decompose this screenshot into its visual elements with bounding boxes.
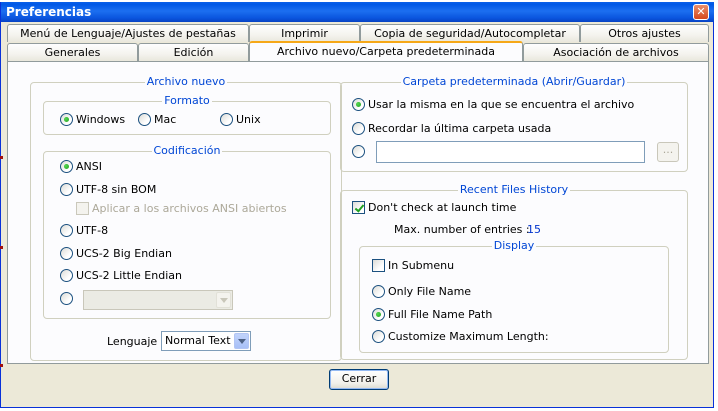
radio-full-file-name-path-icon [372,308,385,321]
radio-customize-length-label: Customize Maximum Length: [388,330,549,343]
tab-panel: Archivo nuevo Formato Windows Mac Unix C… [7,61,709,364]
radio-custom-carpeta-icon [352,145,365,158]
cerrar-button[interactable]: Cerrar [329,369,389,390]
max-entries-label: Max. number of entries : [394,223,530,236]
apply-ansi-checkbox: Aplicar a los archivos ANSI abiertos [76,202,287,218]
dont-check-checkbox[interactable]: Don't check at launch time [352,201,516,217]
codificacion-title: Codificación [151,144,223,157]
radio-ansi[interactable]: ANSI [60,160,102,176]
radio-other-encoding[interactable] [60,292,76,308]
chevron-down-icon [234,333,249,349]
archivo-nuevo-title: Archivo nuevo [144,75,228,88]
tab-edicion[interactable]: Edición [138,43,249,61]
carpeta-title: Carpeta predeterminada (Abrir/Guardar) [400,75,628,88]
radio-ucs2-big-endian[interactable]: UCS-2 Big Endian [60,247,172,263]
codificacion-group: Codificación ANSI UTF-8 sin BOM Aplicar … [43,144,331,319]
preferences-dialog: Preferencias ✕ Menú de Lenguaje/Ajustes … [0,2,714,408]
background-edge-mark [0,364,3,367]
formato-title: Formato [162,94,212,107]
recent-files-title: Recent Files History [457,183,571,196]
radio-windows-icon [60,113,73,126]
lenguaje-label: Lenguaje [107,335,158,348]
radio-mac-label: Mac [154,113,177,126]
radio-ansi-icon [60,160,73,173]
tab-archivo-nuevo[interactable]: Archivo nuevo/Carpeta predeterminada [249,41,523,61]
radio-utf8-sin-bom[interactable]: UTF-8 sin BOM [60,183,156,199]
radio-utf8-sin-bom-icon [60,183,73,196]
tab-imprimir[interactable]: Imprimir [249,24,360,42]
recent-files-group: Recent Files History Don't check at laun… [340,183,688,360]
radio-other-encoding-icon [60,292,73,305]
radio-mac[interactable]: Mac [138,113,176,129]
radio-full-file-name-path-label: Full File Name Path [388,308,493,321]
in-submenu-label: In Submenu [388,259,455,272]
radio-ucs2-little-endian-label: UCS-2 Little Endian [76,269,182,282]
lenguaje-value: Normal Text [165,334,231,347]
title-bar: Preferencias [1,2,714,22]
carpeta-path-input[interactable] [376,141,645,163]
close-icon[interactable]: ✕ [693,4,709,20]
browse-button[interactable]: ... [657,142,679,162]
radio-ucs2-little-endian-icon [60,269,73,282]
radio-ultima-carpeta-icon [352,122,365,135]
background-edge-mark [0,156,3,159]
lenguaje-select[interactable]: Normal Text [161,331,251,351]
tab-asociacion-archivos[interactable]: Asociación de archivos [523,43,709,61]
radio-mac-icon [138,113,151,126]
radio-misma-carpeta-label: Usar la misma en la que se encuentra el … [368,98,635,111]
dont-check-label: Don't check at launch time [368,201,517,214]
radio-misma-carpeta-icon [352,98,365,111]
radio-customize-length[interactable]: Customize Maximum Length: [372,330,549,346]
radio-full-file-name-path[interactable]: Full File Name Path [372,308,492,324]
tab-copia-seguridad[interactable]: Copia de seguridad/Autocompletar [360,24,580,42]
in-submenu-checkbox[interactable]: In Submenu [372,259,454,275]
formato-group: Formato Windows Mac Unix [43,94,331,135]
background-edge-mark [0,246,3,249]
radio-windows[interactable]: Windows [60,113,125,129]
radio-only-file-name-label: Only File Name [388,285,472,298]
display-title: Display [491,239,537,252]
radio-ansi-label: ANSI [76,160,102,173]
radio-ucs2-little-endian[interactable]: UCS-2 Little Endian [60,269,182,285]
max-entries-value[interactable]: 15 [527,223,541,236]
window-title: Preferencias [6,5,92,19]
chevron-down-icon [216,292,231,308]
radio-only-file-name[interactable]: Only File Name [372,285,471,301]
radio-ucs2-big-endian-label: UCS-2 Big Endian [76,247,172,260]
radio-misma-carpeta[interactable]: Usar la misma en la que se encuentra el … [352,98,634,114]
carpeta-group: Carpeta predeterminada (Abrir/Guardar) U… [340,75,688,172]
tab-otros-ajustes[interactable]: Otros ajustes [580,24,709,42]
tab-menu-lenguaje[interactable]: Menú de Lenguaje/Ajustes de pestañas [7,24,249,42]
apply-ansi-label: Aplicar a los archivos ANSI abiertos [92,202,287,215]
radio-unix[interactable]: Unix [220,113,261,129]
radio-unix-label: Unix [236,113,261,126]
in-submenu-check-icon [372,259,385,272]
radio-utf8[interactable]: UTF-8 [60,224,108,240]
radio-ultima-carpeta-label: Recordar la última carpeta usada [368,122,552,135]
radio-ucs2-big-endian-icon [60,247,73,260]
other-encoding-select [83,290,233,310]
radio-unix-icon [220,113,233,126]
radio-utf8-sin-bom-label: UTF-8 sin BOM [76,183,157,196]
radio-only-file-name-icon [372,285,385,298]
radio-custom-carpeta[interactable] [352,145,368,161]
radio-ultima-carpeta[interactable]: Recordar la última carpeta usada [352,122,551,138]
radio-windows-label: Windows [76,113,126,126]
archivo-nuevo-group: Archivo nuevo Formato Windows Mac Unix C… [30,75,342,361]
radio-customize-length-icon [372,330,385,343]
display-group: Display In Submenu Only File Name Full F… [359,239,669,353]
radio-utf8-icon [60,224,73,237]
tab-generales[interactable]: Generales [7,43,138,61]
dont-check-check-icon [352,201,365,214]
apply-ansi-check-icon [76,202,89,215]
radio-utf8-label: UTF-8 [76,224,109,237]
